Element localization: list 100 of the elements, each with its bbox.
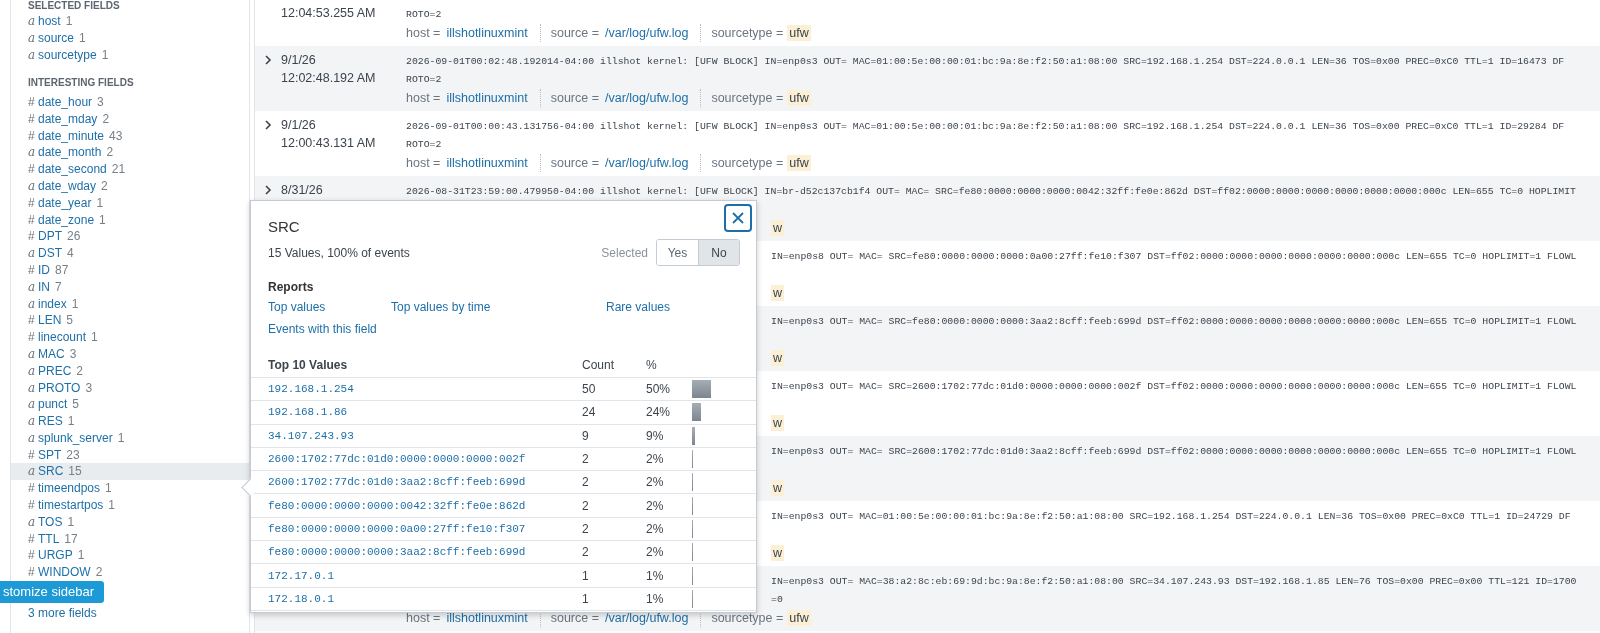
field-name: TTL [38, 531, 60, 546]
field-label: host = [406, 156, 441, 170]
field-list-item[interactable]: a PROTO 3 [11, 379, 249, 396]
field-list-item[interactable]: a host 1 [11, 12, 249, 30]
field-value[interactable]: w [771, 415, 785, 431]
field-value[interactable]: /var/log/ufw.log [603, 25, 691, 41]
field-value[interactable]: w [771, 350, 785, 366]
field-name: ID [38, 262, 50, 277]
event-text: 2026-09-01T00:02:48.192014-04:00 illshot kernel: [UFW BLOCK] IN=enp0s3 OUT= MAC=01:00:5e:00:00:01:bc:9a:8e:f2:50:a1:08:00 SRC=192.168.1.254 DST=224.0.0.1 LEN=36 TOS=0x00 PREC=0xC0 TTL=1 ID=16473 DF [406, 56, 1565, 67]
report-link[interactable]: Top values by time [391, 300, 491, 314]
report-link[interactable]: Events with this field [268, 322, 377, 336]
field-value[interactable]: ufw [787, 90, 811, 106]
field-name: date_mday [38, 111, 98, 126]
field-list-item[interactable]: a index 1 [11, 295, 249, 312]
field-name: DPT [38, 229, 62, 244]
chevron-right-icon[interactable] [264, 55, 272, 65]
customize-sidebar-button[interactable]: stomize sidebar [0, 580, 105, 603]
value-link[interactable]: 192.168.1.254 [251, 377, 582, 401]
field-list-item[interactable]: a RES 1 [11, 412, 249, 430]
field-count: 1 [117, 430, 125, 445]
column-header: Top 10 Values [251, 358, 582, 378]
field-count: 2 [95, 565, 103, 580]
field-list-item[interactable]: # timestartpos 1 [11, 496, 249, 514]
field-value[interactable]: /var/log/ufw.log [603, 155, 691, 171]
field-list-item[interactable]: a source 1 [11, 29, 249, 47]
field-type-glyph: a [28, 414, 37, 429]
field-type-glyph: # [28, 548, 36, 563]
field-value[interactable]: ufw [787, 25, 811, 41]
field-list-item[interactable]: # SPT 23 [11, 446, 249, 464]
value-link[interactable]: 2600:1702:77dc:01d0:0000:0000:0000:002f [251, 447, 582, 471]
field-value[interactable]: /var/log/ufw.log [603, 90, 691, 106]
field-value[interactable]: w [771, 480, 785, 496]
field-list-item[interactable]: a TOS 1 [11, 513, 249, 531]
field-label: host = [406, 26, 441, 40]
toggle-option[interactable]: No [698, 240, 739, 265]
value-link[interactable]: 34.107.243.93 [251, 424, 582, 448]
count-cell: 2 [582, 470, 646, 494]
field-value[interactable]: w [771, 545, 785, 561]
field-name: SRC [38, 464, 64, 479]
value-link[interactable]: fe80:0000:0000:0000:0a00:27ff:fe10:f307 [251, 517, 582, 541]
count-cell: 1 [582, 587, 646, 611]
value-link[interactable]: 2600:1702:77dc:01d0:3aa2:8cff:feeb:699d [251, 470, 582, 494]
report-link[interactable]: Rare values [606, 300, 671, 314]
field-list-item[interactable]: a splunk_server 1 [11, 429, 249, 447]
field-name: host [38, 13, 61, 28]
field-value[interactable]: ufw [787, 155, 811, 171]
field-list-item[interactable]: # WINDOW 2 [11, 563, 249, 581]
field-type-glyph: a [28, 430, 37, 445]
field-name: date_second [38, 162, 107, 177]
field-name: MAC [38, 346, 65, 361]
field-list-item[interactable]: a PREC 2 [11, 362, 249, 380]
value-link[interactable]: 192.168.1.86 [251, 400, 582, 425]
field-value[interactable]: ufw [787, 610, 811, 626]
field-value[interactable]: /var/log/ufw.log [603, 610, 691, 626]
field-type-glyph: # [28, 313, 36, 328]
close-button[interactable] [724, 204, 752, 232]
field-value[interactable]: illshotlinuxmint [444, 90, 530, 106]
field-list-item[interactable]: # URGP 1 [11, 547, 249, 564]
report-link[interactable]: Top values [268, 300, 326, 314]
field-list-item[interactable]: # date_zone 1 [11, 211, 249, 228]
count-cell: 2 [582, 517, 646, 541]
field-list-item[interactable]: # date_minute 43 [11, 127, 249, 144]
event-text: IN=enp0s8 OUT= MAC= SRC=fe80:0000:0000:0000:0a00:27ff:fe10:f307 DST=ff02:0000:0000:0000:0000:0000:0000:000c LEN=655 TC=0 HOPLIMIT=1 FLOWL [771, 251, 1577, 262]
field-list-item[interactable]: a SRC 15 [11, 463, 249, 480]
field-list-item[interactable]: a date_wday 2 [11, 177, 249, 195]
field-list-item[interactable]: # ID 87 [11, 261, 249, 279]
field-name: date_wday [38, 178, 97, 193]
field-value[interactable]: illshotlinuxmint [444, 610, 530, 626]
field-list-item[interactable]: # TTL 17 [11, 530, 249, 548]
field-list-item[interactable]: a date_month 2 [11, 143, 249, 161]
field-type-glyph: a [28, 47, 37, 62]
field-list-item[interactable]: # linecount 1 [11, 328, 249, 346]
more-fields-link[interactable]: 3 more fields [28, 605, 97, 620]
field-list-item[interactable]: a MAC 3 [11, 345, 249, 363]
field-value[interactable]: illshotlinuxmint [444, 155, 530, 171]
field-value[interactable]: w [771, 285, 785, 301]
field-list-item[interactable]: a DST 4 [11, 244, 249, 262]
field-list-item[interactable]: # date_mday 2 [11, 110, 249, 128]
value-link[interactable]: 172.18.0.1 [251, 587, 582, 611]
field-list-item[interactable]: # date_second 21 [11, 160, 249, 178]
field-name: timestartpos [38, 498, 104, 513]
field-value[interactable]: w [771, 220, 785, 236]
field-label: source = [550, 611, 599, 625]
field-count: 87 [55, 262, 69, 277]
field-label: host = [406, 611, 441, 625]
chevron-right-icon[interactable] [264, 120, 272, 130]
field-value[interactable]: illshotlinuxmint [444, 25, 530, 41]
field-list-item[interactable]: a sourcetype 1 [11, 46, 249, 64]
chevron-right-icon[interactable] [264, 185, 272, 195]
field-list-item[interactable]: # date_year 1 [11, 194, 249, 212]
value-link[interactable]: fe80:0000:0000:0000:0042:32ff:fe0e:862d [251, 494, 582, 518]
field-list-item[interactable]: # DPT 26 [11, 227, 249, 245]
field-list-item[interactable]: # date_hour 3 [11, 93, 249, 111]
value-link[interactable]: 172.17.0.1 [251, 563, 582, 588]
field-list-item[interactable]: a IN 7 [11, 278, 249, 296]
field-list-item[interactable]: # LEN 5 [11, 311, 249, 329]
value-link[interactable]: fe80:0000:0000:0000:3aa2:8cff:feeb:699d [251, 540, 582, 564]
field-type-glyph: a [28, 296, 37, 311]
field-list-item[interactable]: a punct 5 [11, 395, 249, 413]
field-count: 2 [101, 178, 108, 193]
